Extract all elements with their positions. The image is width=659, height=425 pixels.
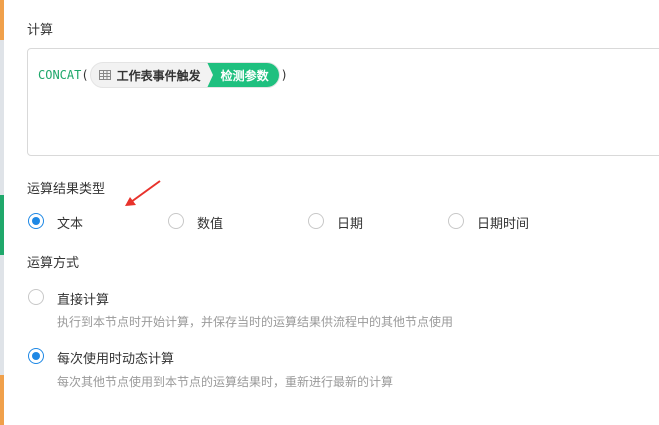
calc-mode-radio-direct[interactable]: [28, 289, 44, 305]
formula-parameter-tag[interactable]: 工作表事件触发 检测参数: [89, 62, 280, 88]
calc-mode-desc-dynamic: 每次其他节点使用到本节点的运算结果时，重新进行最新的计算: [57, 375, 394, 389]
result-type-label-date[interactable]: 日期: [337, 213, 363, 232]
calc-mode-radio-dynamic[interactable]: [28, 348, 44, 364]
calc-mode-section-title: 运算方式: [27, 256, 80, 271]
calc-mode-label-dynamic[interactable]: 每次使用时动态计算: [57, 348, 174, 367]
result-type-label-datetime[interactable]: 日期时间: [477, 213, 529, 232]
result-type-label-number[interactable]: 数值: [197, 213, 223, 232]
parameter-field-label: 检测参数: [220, 68, 269, 83]
formula-function-name: CONCAT: [38, 68, 82, 82]
parameter-field: 检测参数: [206, 63, 279, 87]
result-type-radio-text[interactable]: [28, 213, 44, 229]
formula-open-paren: (: [81, 68, 89, 82]
calc-mode-desc-direct: 执行到本节点时开始计算，并保存当时的运算结果供流程中的其他节点使用: [57, 315, 454, 329]
result-type-label-text[interactable]: 文本: [57, 213, 83, 232]
formula-editor[interactable]: CONCAT ( 工作表事件触发 检测参数 ): [27, 48, 659, 156]
formula-close-paren: ): [280, 68, 288, 82]
result-type-radio-datetime[interactable]: [448, 213, 464, 229]
red-arrow-icon: [125, 180, 161, 206]
result-type-radio-number[interactable]: [168, 213, 184, 229]
result-type-radio-date[interactable]: [308, 213, 324, 229]
parameter-node-label: 工作表事件触发: [116, 68, 201, 83]
result-type-section-title: 运算结果类型: [27, 182, 106, 197]
table-grid-icon: [98, 70, 111, 80]
calculation-section-title: 计算: [27, 23, 54, 38]
formula-line: CONCAT ( 工作表事件触发 检测参数 ): [38, 62, 288, 88]
parameter-node: 工作表事件触发: [91, 63, 207, 87]
calc-mode-label-direct[interactable]: 直接计算: [57, 289, 109, 308]
node-config-panel: 计算 CONCAT ( 工作表事件触发 检测参数) 运算结果类型 文本 数值 …: [4, 0, 659, 425]
